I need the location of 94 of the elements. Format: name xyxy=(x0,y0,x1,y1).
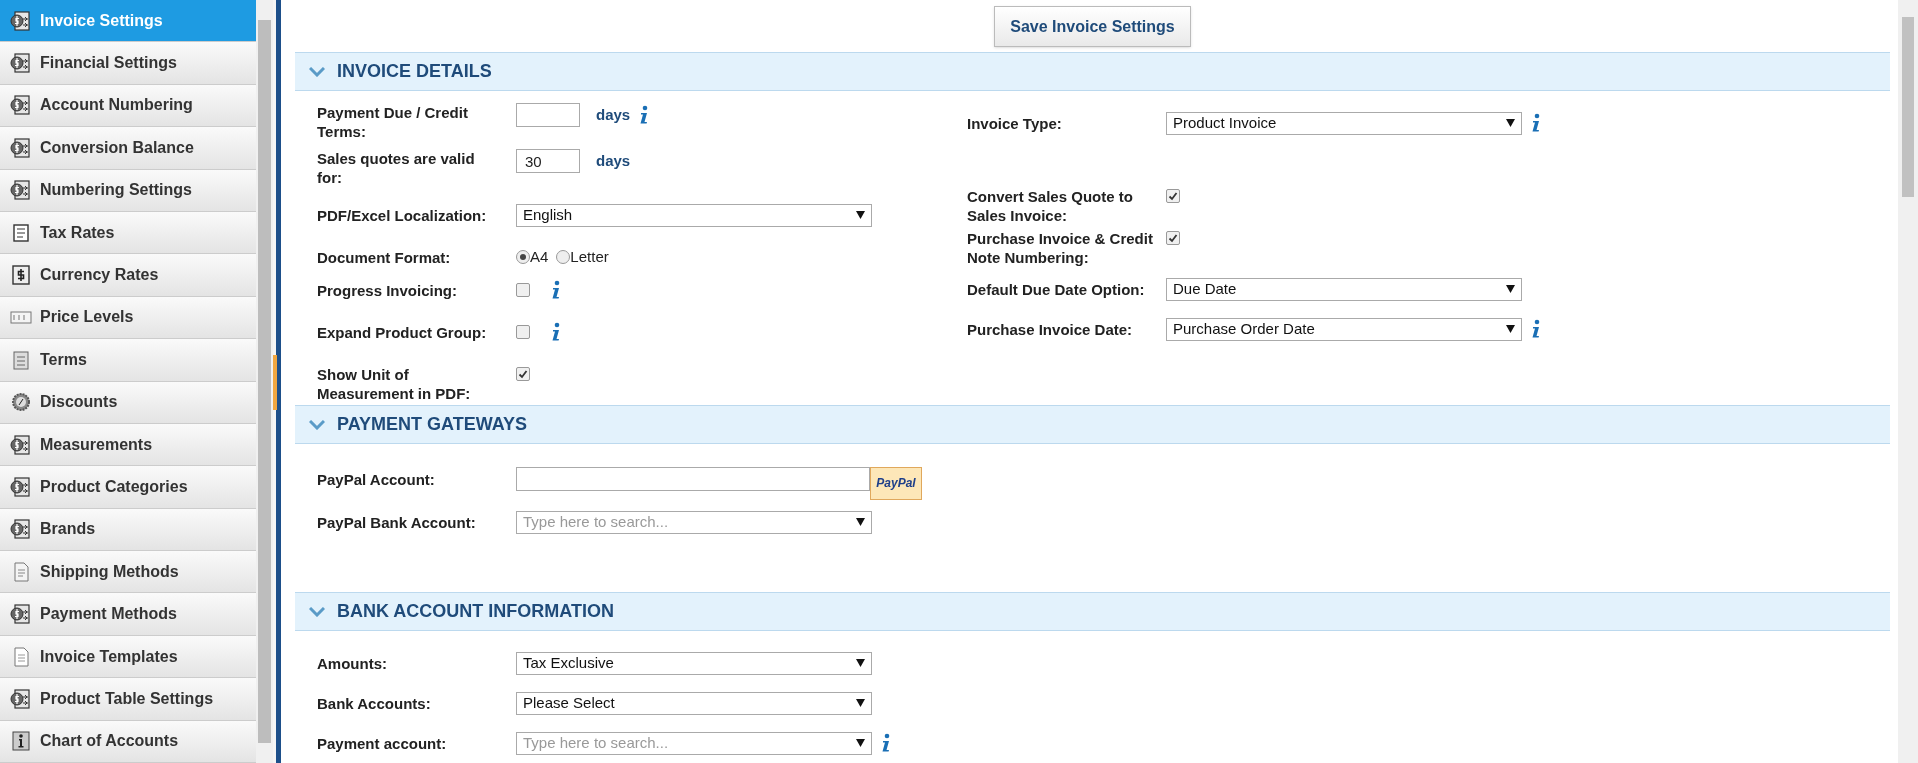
info-icon[interactable] xyxy=(550,280,562,300)
dropdown-caret-icon xyxy=(1506,285,1515,293)
sidebar-item[interactable]: Invoice Templates xyxy=(0,635,256,679)
text-input[interactable] xyxy=(516,467,870,491)
sidebar-item[interactable]: Payment Methods xyxy=(0,593,256,636)
info-document-icon xyxy=(10,730,32,753)
coin-document-icon xyxy=(10,518,32,541)
sidebar-item[interactable]: Financial Settings xyxy=(0,42,256,85)
dropdown-field[interactable]: Tax Exclusive xyxy=(516,651,872,675)
field-label: Bank Accounts: xyxy=(317,694,431,712)
coin-document-icon xyxy=(10,9,32,32)
field-label: Invoice Type: xyxy=(967,114,1062,132)
coin-document-icon xyxy=(10,94,32,117)
field-label: Amounts: xyxy=(317,654,387,672)
field-label: Show Unit of Measurement in PDF: xyxy=(317,366,471,402)
info-icon[interactable] xyxy=(1530,113,1542,133)
paypal-button[interactable]: PayPal xyxy=(870,466,922,500)
coin-document-icon xyxy=(10,433,32,456)
radio-button[interactable] xyxy=(516,250,530,264)
save-button[interactable]: Save Invoice Settings xyxy=(994,6,1191,47)
sidebar-item[interactable]: Product Table Settings xyxy=(0,678,256,721)
section-title: PAYMENT GATEWAYS xyxy=(337,413,528,436)
dropdown-caret-icon xyxy=(856,659,865,667)
dropdown-caret-icon xyxy=(1506,325,1515,333)
section-header[interactable]: INVOICE DETAILS xyxy=(295,52,1890,91)
radio-label: A4 xyxy=(530,246,549,267)
dropdown-caret-icon xyxy=(856,699,865,707)
sidebar-item[interactable]: Brands xyxy=(0,508,256,552)
dropdown-caret-icon xyxy=(856,211,865,219)
field-label: Default Due Date Option: xyxy=(967,280,1145,298)
coin-document-icon xyxy=(10,687,32,710)
coin-document-icon xyxy=(10,603,32,626)
section-header[interactable]: BANK ACCOUNT INFORMATION xyxy=(295,592,1890,631)
field-label: Payment Due / Credit Terms: xyxy=(317,104,468,140)
sidebar-item[interactable]: Product Categories xyxy=(0,466,256,509)
sidebar-item[interactable]: Numbering Settings xyxy=(0,169,256,212)
splitter-bar[interactable] xyxy=(273,0,281,763)
number-input[interactable] xyxy=(516,103,580,127)
coin-document-icon xyxy=(10,476,32,498)
field-label: Purchase Invoice & Credit Note Numbering: xyxy=(967,230,1153,266)
dropdown-field[interactable]: English xyxy=(516,203,872,227)
collapse-handle[interactable] xyxy=(273,355,277,410)
info-icon[interactable] xyxy=(550,322,562,342)
checkbox[interactable] xyxy=(516,283,530,297)
field-label: Purchase Invoice Date: xyxy=(967,320,1133,338)
field-label: PDF/Excel Localization: xyxy=(317,206,487,224)
dropdown-field[interactable]: Please Select xyxy=(516,691,872,715)
sidebar-item[interactable]: Discounts xyxy=(0,381,256,424)
field-label: Document Format: xyxy=(317,248,451,266)
coin-document-icon xyxy=(10,179,32,202)
checkbox[interactable] xyxy=(516,325,530,339)
field-label: PayPal Account: xyxy=(317,470,435,488)
dropdown-caret-icon xyxy=(856,739,865,747)
sidebar-item[interactable]: Currency Rates xyxy=(0,254,256,297)
sidebar-item[interactable]: Price Levels xyxy=(0,296,256,340)
radio-label: Letter xyxy=(570,246,609,267)
field-label: Payment account: xyxy=(317,734,447,752)
coin-document-icon xyxy=(10,52,32,75)
unit-label: days xyxy=(596,151,631,171)
page-scrollbar[interactable] xyxy=(1898,0,1918,763)
list-document-icon xyxy=(10,221,32,244)
percent-gear-icon xyxy=(10,391,32,414)
section-title: INVOICE DETAILS xyxy=(337,60,492,83)
number-input[interactable]: 30 xyxy=(516,149,580,173)
dropdown-field[interactable]: Due Date xyxy=(1166,277,1522,301)
radio-button[interactable] xyxy=(556,250,571,264)
coin-card-icon xyxy=(10,264,32,287)
field-label: Convert Sales Quote to Sales Invoice: xyxy=(967,188,1133,224)
field-label: Sales quotes are valid for: xyxy=(317,150,475,186)
sidebar-item[interactable]: Shipping Methods xyxy=(0,551,256,594)
sidebar-item[interactable]: Chart of Accounts xyxy=(0,720,256,763)
clipboard-icon xyxy=(10,348,32,371)
sidebar-item[interactable]: Account Numbering xyxy=(0,84,256,128)
section-header[interactable]: PAYMENT GATEWAYS xyxy=(295,405,1890,444)
dropdown-caret-icon xyxy=(1506,119,1515,127)
field-label: Expand Product Group: xyxy=(317,324,487,341)
info-icon[interactable] xyxy=(880,733,892,753)
sidebar-scrollbar[interactable] xyxy=(256,0,273,763)
sidebar-item[interactable]: Tax Rates xyxy=(0,211,256,255)
checkbox[interactable] xyxy=(1166,189,1180,203)
dropdown-field[interactable]: Product Invoice xyxy=(1166,111,1522,135)
checkbox[interactable] xyxy=(1166,231,1180,245)
field-label: Progress Invoicing: xyxy=(317,282,458,299)
coin-document-icon xyxy=(10,136,32,159)
sidebar-item[interactable]: Terms xyxy=(0,339,256,382)
info-icon[interactable] xyxy=(1530,319,1542,339)
field-label: PayPal Bank Account: xyxy=(317,513,476,531)
checkbox[interactable] xyxy=(516,367,530,381)
unit-label: days xyxy=(596,105,631,125)
dropdown-field[interactable]: Purchase Order Date xyxy=(1166,317,1522,341)
section-title: BANK ACCOUNT INFORMATION xyxy=(337,600,614,623)
sidebar-item[interactable]: Measurements xyxy=(0,423,256,467)
sidebar-item[interactable]: Conversion Balance xyxy=(0,127,256,170)
dropdown-caret-icon xyxy=(856,518,865,526)
